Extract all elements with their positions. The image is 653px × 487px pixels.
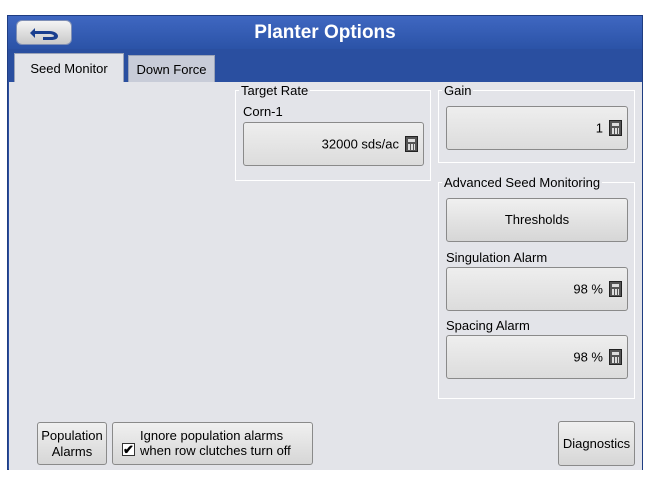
tab-down-force[interactable]: Down Force [128,55,215,82]
gain-field[interactable]: 1 [446,106,628,150]
spacing-alarm-label: Spacing Alarm [446,318,530,333]
ignore-alarms-text: Ignore population alarms when row clutch… [140,428,291,458]
gain-value: 1 [595,120,603,136]
gain-group: Gain 1 [438,83,635,163]
spacing-alarm-field[interactable]: 98 % [446,335,628,379]
target-rate-group: Target Rate Corn-1 32000 sds/ac [235,83,431,181]
thresholds-button[interactable]: Thresholds [446,198,628,242]
calculator-icon [609,349,622,365]
diagnostics-button[interactable]: Diagnostics [558,421,635,466]
advanced-seed-monitoring-group: Advanced Seed Monitoring Thresholds Sing… [438,175,635,399]
tab-bar: Seed Monitor Down Force [8,49,642,83]
calculator-icon [405,136,418,152]
target-rate-value: 32000 sds/ac [321,136,399,152]
ignore-alarms-line1: Ignore population alarms [140,428,284,443]
ignore-alarms-line2: when row clutches turn off [140,443,291,458]
spacing-alarm-value: 98 % [573,349,603,365]
planter-options-window: Planter Options Seed Monitor Down Force … [7,15,643,470]
tab-seed-monitor[interactable]: Seed Monitor [14,53,124,83]
target-rate-group-title: Target Rate [239,83,311,98]
calculator-icon [609,120,622,136]
target-rate-product-label: Corn-1 [243,104,283,119]
ignore-population-alarms-toggle[interactable]: ✔ Ignore population alarms when row clut… [112,422,313,465]
calculator-icon [609,281,622,297]
population-alarms-button[interactable]: Population Alarms [37,422,107,465]
population-alarms-line1: Population [41,428,103,443]
singulation-alarm-value: 98 % [573,281,603,297]
seed-monitor-panel: Target Rate Corn-1 32000 sds/ac Gain 1 A… [9,82,642,470]
singulation-alarm-field[interactable]: 98 % [446,267,628,311]
singulation-alarm-label: Singulation Alarm [446,250,548,265]
population-alarms-line2: Alarms [51,444,93,459]
page-title: Planter Options [254,22,396,43]
title-bar: Planter Options [8,16,642,49]
target-rate-field[interactable]: 32000 sds/ac [243,122,424,166]
gain-group-title: Gain [442,83,474,98]
ignore-alarms-checkbox[interactable]: ✔ [122,443,135,456]
advanced-group-title: Advanced Seed Monitoring [442,175,603,190]
